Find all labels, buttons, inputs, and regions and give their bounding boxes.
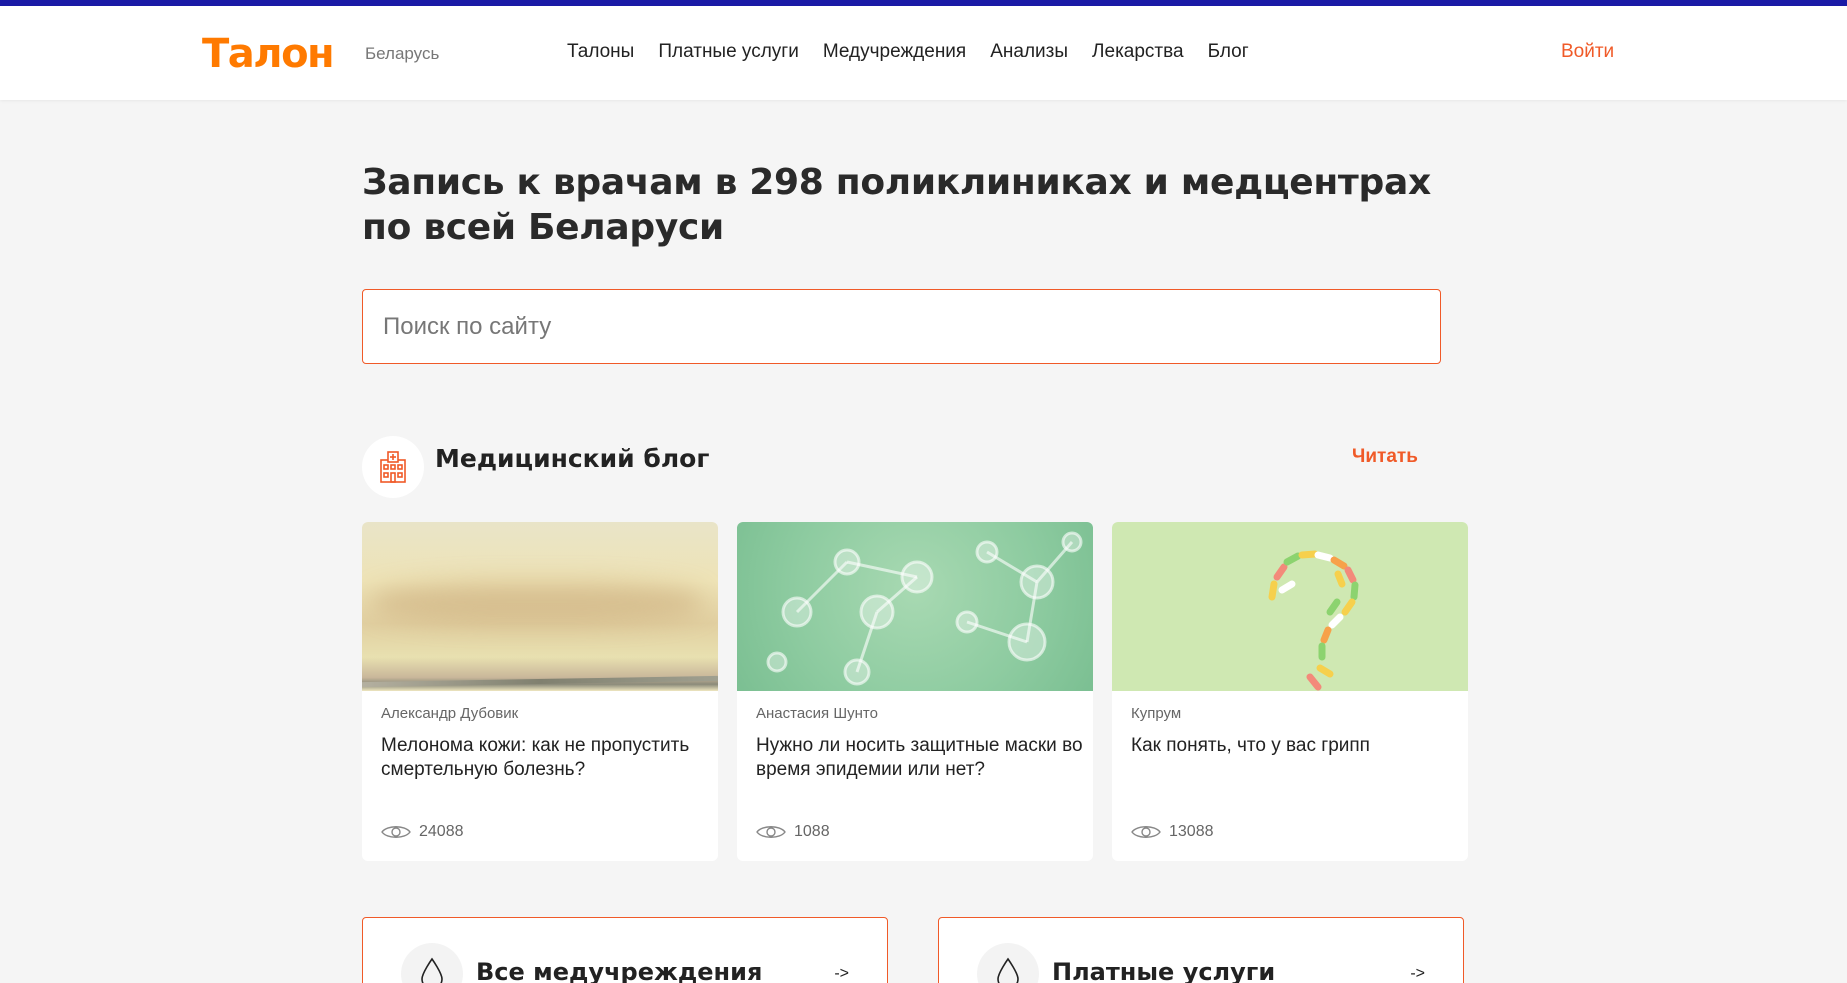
blog-card-title[interactable]: Мелонома кожи: как не пропустить смертел… [381,734,711,782]
login-link[interactable]: Войти [1561,41,1614,63]
blog-card-author: Купрум [1131,705,1182,722]
region-selector[interactable]: Беларусь [365,44,439,64]
tile-arrow: -> [834,965,849,982]
blog-card-views: 13088 [1131,823,1214,841]
search-input[interactable] [362,289,1441,364]
hospital-icon [362,436,424,498]
views-count: 1088 [794,823,830,840]
eye-icon [756,826,786,838]
tile-label: Все медучреждения [476,958,763,983]
tile-arrow: -> [1410,965,1425,982]
blog-section-title: Медицинский блог [435,444,710,473]
views-count: 13088 [1169,823,1214,840]
blog-card-views: 24088 [381,823,464,841]
blog-card[interactable]: Анастасия Шунто Нужно ли носить защитные… [737,522,1093,861]
eye-icon [381,826,411,838]
blog-card-title[interactable]: Нужно ли носить защитные маски во время … [756,734,1086,782]
nav-item-talons[interactable]: Талоны [567,41,634,63]
main-nav: Талоны Платные услуги Медучреждения Анал… [567,41,1249,63]
blog-card-author: Александр Дубовик [381,705,519,722]
blog-card-image [362,522,718,691]
blog-card-image [1112,522,1468,691]
nav-item-blog[interactable]: Блог [1208,41,1249,63]
drop-icon [977,943,1039,983]
drop-icon [401,943,463,983]
page-title: Запись к врачам в 298 поликлиниках и мед… [362,162,1431,248]
blog-card-title[interactable]: Как понять, что у вас грипп [1131,734,1461,758]
tile-paid-services[interactable]: Платные услуги -> [938,917,1464,983]
tile-all-institutions[interactable]: Все медучреждения -> [362,917,888,983]
tile-label: Платные услуги [1052,958,1276,983]
eye-icon [1131,826,1161,838]
blog-card[interactable]: Александр Дубовик Мелонома кожи: как не … [362,522,718,861]
site-header: Талон Беларусь Талоны Платные услуги Мед… [0,6,1847,100]
views-count: 24088 [419,823,464,840]
blog-card-author: Анастасия Шунто [756,705,878,722]
read-blog-link[interactable]: Читать [1352,446,1418,468]
blog-card[interactable]: Купрум Как понять, что у вас грипп 13088 [1112,522,1468,861]
blog-card-views: 1088 [756,823,830,841]
nav-item-paid-services[interactable]: Платные услуги [658,41,799,63]
nav-item-medical-institutions[interactable]: Медучреждения [823,41,966,63]
nav-item-analyses[interactable]: Анализы [990,41,1068,63]
logo[interactable]: Талон [202,30,335,78]
blog-card-image [737,522,1093,691]
nav-item-medicines[interactable]: Лекарства [1092,41,1184,63]
